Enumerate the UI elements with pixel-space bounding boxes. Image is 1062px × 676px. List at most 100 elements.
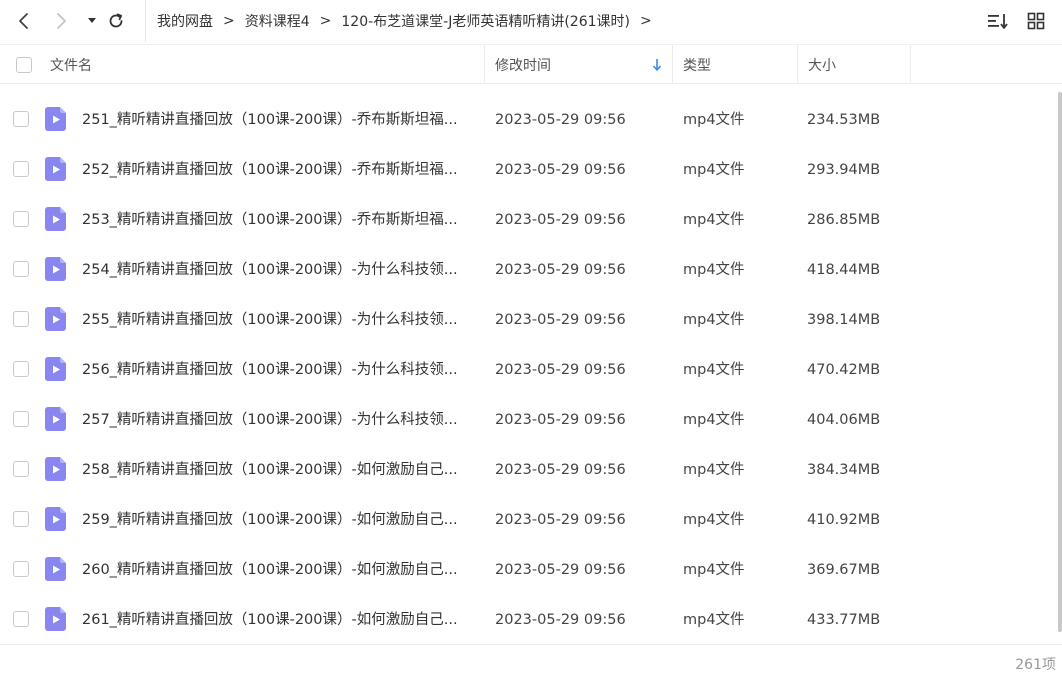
row-checkbox[interactable] bbox=[13, 561, 29, 577]
file-modified-time: 2023-05-29 09:56 bbox=[495, 112, 626, 128]
refresh-icon bbox=[109, 13, 123, 28]
file-modified-time: 2023-05-29 09:56 bbox=[495, 562, 626, 578]
file-row[interactable]: 259_精听精讲直播回放（100课-200课）-如何激励自己... 2023-0… bbox=[0, 495, 1056, 545]
video-file-icon bbox=[45, 557, 66, 581]
file-row[interactable]: 261_精听精讲直播回放（100课-200课）-如何激励自己... 2023-0… bbox=[0, 595, 1056, 645]
column-header-modified[interactable]: 修改时间 bbox=[495, 45, 551, 84]
column-header-size[interactable]: 大小 bbox=[808, 45, 836, 84]
vertical-scrollbar[interactable] bbox=[1058, 92, 1062, 632]
video-file-icon bbox=[45, 507, 66, 531]
file-type: mp4文件 bbox=[683, 412, 745, 428]
row-checkbox[interactable] bbox=[13, 611, 29, 627]
file-modified-time: 2023-05-29 09:56 bbox=[495, 162, 626, 178]
breadcrumb-item-folder[interactable]: 资料课程4 bbox=[245, 11, 310, 31]
refresh-button[interactable] bbox=[104, 9, 128, 33]
breadcrumb-item-root[interactable]: 我的网盘 bbox=[157, 11, 213, 31]
file-name[interactable]: 259_精听精讲直播回放（100课-200课）-如何激励自己... bbox=[82, 495, 458, 545]
file-row[interactable]: 251_精听精讲直播回放（100课-200课）-乔布斯斯坦福... 2023-0… bbox=[0, 95, 1056, 145]
file-modified-time: 2023-05-29 09:56 bbox=[495, 362, 626, 378]
toolbar: 我的网盘 > 资料课程4 > 120-布芝道课堂-J老师英语精听精讲(261课时… bbox=[0, 0, 1062, 42]
row-checkbox[interactable] bbox=[13, 261, 29, 277]
file-name[interactable]: 252_精听精讲直播回放（100课-200课）-乔布斯斯坦福... bbox=[82, 145, 458, 195]
file-modified-time: 2023-05-29 09:56 bbox=[495, 612, 626, 628]
column-divider[interactable] bbox=[484, 45, 485, 84]
breadcrumb-separator: > bbox=[223, 13, 235, 29]
file-row[interactable]: 253_精听精讲直播回放（100课-200课）-乔布斯斯坦福... 2023-0… bbox=[0, 195, 1056, 245]
video-file-icon bbox=[45, 357, 66, 381]
file-row[interactable]: 256_精听精讲直播回放（100课-200课）-为什么科技领... 2023-0… bbox=[0, 345, 1056, 395]
file-type: mp4文件 bbox=[683, 562, 745, 578]
file-modified-time: 2023-05-29 09:56 bbox=[495, 212, 626, 228]
file-name[interactable]: 258_精听精讲直播回放（100课-200课）-如何激励自己... bbox=[82, 445, 458, 495]
file-list-header: 文件名 修改时间 类型 大小 bbox=[0, 44, 1062, 84]
file-name[interactable]: 257_精听精讲直播回放（100课-200课）-为什么科技领... bbox=[82, 395, 458, 445]
caret-down-icon bbox=[88, 18, 96, 23]
file-name[interactable]: 255_精听精讲直播回放（100课-200课）-为什么科技领... bbox=[82, 295, 458, 345]
row-checkbox[interactable] bbox=[13, 361, 29, 377]
file-row[interactable]: 254_精听精讲直播回放（100课-200课）-为什么科技领... 2023-0… bbox=[0, 245, 1056, 295]
file-name[interactable]: 254_精听精讲直播回放（100课-200课）-为什么科技领... bbox=[82, 245, 458, 295]
column-header-name[interactable]: 文件名 bbox=[50, 45, 92, 84]
file-size: 410.92MB bbox=[807, 512, 881, 528]
file-size: 398.14MB bbox=[807, 312, 881, 328]
history-dropdown-button[interactable] bbox=[80, 9, 104, 33]
grid-view-button[interactable] bbox=[1024, 9, 1048, 33]
row-checkbox[interactable] bbox=[13, 211, 29, 227]
breadcrumb-separator: > bbox=[319, 13, 332, 29]
column-divider[interactable] bbox=[672, 45, 673, 84]
breadcrumb: 我的网盘 > 资料课程4 > 120-布芝道课堂-J老师英语精听精讲(261课时… bbox=[145, 0, 662, 42]
breadcrumb-separator: > bbox=[640, 13, 652, 29]
item-count: 261项 bbox=[1015, 657, 1056, 673]
file-size: 470.42MB bbox=[807, 362, 881, 378]
column-divider[interactable] bbox=[797, 45, 798, 84]
file-type: mp4文件 bbox=[683, 262, 745, 278]
file-name[interactable]: 260_精听精讲直播回放（100课-200课）-如何激励自己... bbox=[82, 545, 458, 595]
file-modified-time: 2023-05-29 09:56 bbox=[495, 512, 626, 528]
sort-button[interactable] bbox=[986, 9, 1010, 33]
file-size: 433.77MB bbox=[807, 612, 881, 628]
file-row[interactable]: 258_精听精讲直播回放（100课-200课）-如何激励自己... 2023-0… bbox=[0, 445, 1056, 495]
file-type: mp4文件 bbox=[683, 212, 745, 228]
forward-button[interactable] bbox=[49, 9, 73, 33]
file-modified-time: 2023-05-29 09:56 bbox=[495, 412, 626, 428]
row-checkbox[interactable] bbox=[13, 161, 29, 177]
file-row[interactable]: 257_精听精讲直播回放（100课-200课）-为什么科技领... 2023-0… bbox=[0, 395, 1056, 445]
file-type: mp4文件 bbox=[683, 162, 745, 178]
select-all-cell bbox=[16, 45, 32, 84]
view-tools bbox=[986, 0, 1062, 42]
file-modified-time: 2023-05-29 09:56 bbox=[495, 462, 626, 478]
sort-list-icon bbox=[988, 14, 1008, 29]
file-name[interactable]: 261_精听精讲直播回放（100课-200课）-如何激励自己... bbox=[82, 595, 458, 645]
arrow-down-icon bbox=[652, 58, 662, 71]
row-checkbox[interactable] bbox=[13, 111, 29, 127]
select-all-checkbox[interactable] bbox=[16, 56, 32, 73]
file-name[interactable]: 251_精听精讲直播回放（100课-200课）-乔布斯斯坦福... bbox=[82, 95, 458, 145]
file-type: mp4文件 bbox=[683, 512, 745, 528]
row-checkbox[interactable] bbox=[13, 461, 29, 477]
grid-view-icon bbox=[1027, 12, 1045, 30]
file-modified-time: 2023-05-29 09:56 bbox=[495, 312, 626, 328]
video-file-icon bbox=[45, 607, 66, 631]
row-checkbox[interactable] bbox=[13, 511, 29, 527]
file-size: 369.67MB bbox=[807, 562, 881, 578]
column-divider[interactable] bbox=[910, 45, 911, 84]
file-name[interactable]: 256_精听精讲直播回放（100课-200课）-为什么科技领... bbox=[82, 345, 458, 395]
file-name[interactable]: 253_精听精讲直播回放（100课-200课）-乔布斯斯坦福... bbox=[82, 195, 458, 245]
video-file-icon bbox=[45, 107, 66, 131]
video-file-icon bbox=[45, 307, 66, 331]
column-header-type[interactable]: 类型 bbox=[683, 45, 711, 84]
file-row[interactable]: 255_精听精讲直播回放（100课-200课）-为什么科技领... 2023-0… bbox=[0, 295, 1056, 345]
sort-indicator bbox=[652, 45, 662, 84]
file-row[interactable]: 252_精听精讲直播回放（100课-200课）-乔布斯斯坦福... 2023-0… bbox=[0, 145, 1056, 195]
video-file-icon bbox=[45, 207, 66, 231]
status-bar: 261项 bbox=[0, 644, 1062, 676]
file-type: mp4文件 bbox=[683, 112, 745, 128]
video-file-icon bbox=[45, 157, 66, 181]
file-size: 293.94MB bbox=[807, 162, 881, 178]
back-button[interactable] bbox=[12, 9, 36, 33]
chevron-left-icon bbox=[19, 13, 28, 29]
breadcrumb-item-current[interactable]: 120-布芝道课堂-J老师英语精听精讲(261课时) bbox=[341, 11, 630, 31]
file-row[interactable]: 260_精听精讲直播回放（100课-200课）-如何激励自己... 2023-0… bbox=[0, 545, 1056, 595]
row-checkbox[interactable] bbox=[13, 311, 29, 327]
row-checkbox[interactable] bbox=[13, 411, 29, 427]
